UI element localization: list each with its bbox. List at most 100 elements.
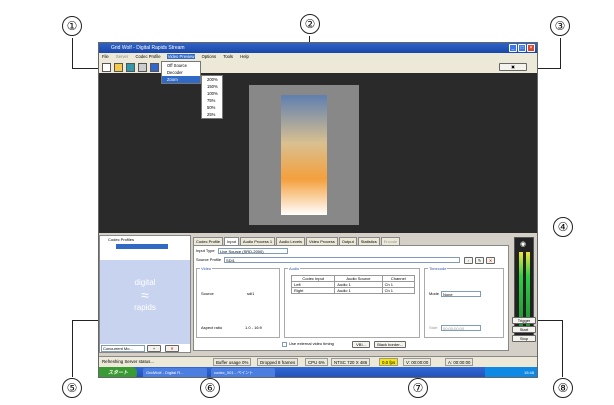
minimize-button[interactable]: _ <box>509 44 517 52</box>
system-tray-clock: 15:48 <box>485 367 537 377</box>
callout-3: ③ <box>550 16 570 36</box>
external-timing-label: Use external video timing <box>289 341 334 346</box>
monitor-icon[interactable] <box>138 63 147 72</box>
input-type-select[interactable]: Live Source (SRD-2000) <box>218 248 288 254</box>
callout-7: ⑦ <box>408 378 428 398</box>
tab-encode[interactable]: Encode <box>380 237 401 245</box>
codec-profile-selected[interactable] <box>116 244 168 249</box>
meter-speaker-icon: ◉ <box>520 241 527 248</box>
tab-output[interactable]: Output <box>338 237 357 245</box>
menu-tools[interactable]: Tools <box>222 54 234 59</box>
menu-options[interactable]: Options <box>201 54 217 59</box>
add-profile-button[interactable]: + <box>147 345 161 352</box>
open-folder-icon[interactable] <box>114 63 123 72</box>
video-preview-area <box>99 73 537 233</box>
taskbar-item-gridwolf[interactable]: GridWolf - Digital R... <box>143 368 207 377</box>
profile-delete-button[interactable]: ✕ <box>486 257 495 264</box>
zoom-200[interactable]: 200% <box>202 76 222 83</box>
audio-cell: Ch 1 <box>381 287 416 294</box>
status-message: Refreshing Server status... <box>102 359 154 364</box>
menu-file[interactable]: File <box>101 54 110 59</box>
source-value: sdi1 <box>247 291 255 296</box>
start-menu-button[interactable]: スタート <box>99 367 137 377</box>
new-icon[interactable] <box>102 63 111 72</box>
menu-video-preview[interactable]: Video Preview <box>166 54 196 59</box>
tab-audio-levels[interactable]: Audio Levels <box>276 237 305 245</box>
mode-select[interactable]: None <box>441 291 481 297</box>
cpu-usage: CPU 6% <box>305 358 328 366</box>
logo-mark-icon: ≈ <box>141 287 149 303</box>
vbi-button[interactable]: VBI... <box>352 341 370 348</box>
menu-codec-profile[interactable]: Codec Profile <box>134 54 161 59</box>
save-icon[interactable] <box>126 63 135 72</box>
bracket-5 <box>72 320 101 377</box>
zoom-100[interactable]: 100% <box>202 90 222 97</box>
external-timing-checkbox[interactable] <box>282 342 287 347</box>
window-title: Grid Wolf - Digital Rapids Stream <box>99 43 537 53</box>
timecode-audio: A: 00:00:00 <box>445 358 474 366</box>
aspect-ratio-label: Aspect ratio <box>201 325 223 330</box>
zoom-25[interactable]: 25% <box>202 111 222 118</box>
menu-item-zoom[interactable]: Zoom <box>162 76 200 83</box>
start-button[interactable]: Start <box>512 326 536 333</box>
logo-text-digital: digital <box>134 278 156 287</box>
start-label: Start <box>429 325 438 330</box>
source-profile-label: Source Profile <box>196 257 222 262</box>
close-button[interactable]: × <box>527 44 535 52</box>
bracket-8 <box>538 320 563 377</box>
audio-cell: Audio 1 <box>334 287 383 294</box>
settings-tabs: Codec Profile Input Audio Process 1 Audio L… <box>193 237 509 245</box>
stop-button[interactable]: Stop <box>512 335 536 342</box>
codec-profiles-header[interactable]: Codec Profiles <box>108 237 134 243</box>
video-group: Video Source sdi1 Aspect ratio 1.0 - 16:… <box>196 266 280 338</box>
logo-text-rapids: rapids <box>134 303 156 312</box>
bracket-1 <box>72 38 101 69</box>
rocket-launch-image <box>281 95 327 215</box>
aspect-ratio-value: 1.0 - 16:9 <box>245 325 262 330</box>
black-border-button[interactable]: Black border... <box>374 341 406 348</box>
profile-new-button[interactable]: ▫ <box>464 257 473 264</box>
fps-readout: 0.0 fps <box>379 358 399 366</box>
menu-help[interactable]: Help <box>239 54 250 59</box>
video-frame <box>249 85 359 225</box>
tab-input[interactable]: Input <box>224 237 239 245</box>
audio-cell: Right <box>290 287 336 294</box>
dropped-frames: Dropped 8 frames <box>257 358 299 366</box>
menu-item-off-source[interactable]: Off Source <box>162 62 200 69</box>
zoom-submenu: 200% 150% 100% 75% 50% 25% <box>201 75 223 119</box>
zoom-150[interactable]: 150% <box>202 83 222 90</box>
profile-edit-button[interactable]: ✎ <box>475 257 484 264</box>
buffer-usage: Buffer usage 0% <box>213 358 252 366</box>
trigger-button[interactable]: Trigger <box>512 317 536 324</box>
tab-statistics[interactable]: Statistics <box>357 237 380 245</box>
callout-8: ⑧ <box>553 378 573 398</box>
zoom-50[interactable]: 50% <box>202 104 222 111</box>
menu-server[interactable]: Server <box>115 54 129 59</box>
capture-icon[interactable] <box>150 63 159 72</box>
video-format: NTSC 720 X 486 <box>331 358 371 366</box>
codec-profiles-panel: Codec Profiles digital ≈ rapids <box>99 235 191 353</box>
mode-label: Mode <box>429 291 440 296</box>
concurrent-mode-dropdown[interactable]: Concurrent Mo... <box>101 345 145 352</box>
taskbar-item-paint[interactable]: codec_001 - ペイント <box>211 368 275 377</box>
table-row[interactable]: Right Audio 1 Ch 1 <box>290 287 416 294</box>
audio-channel-table: Codec Input Audio Source Channel Left Audio… <box>290 275 416 294</box>
preview-mode-button[interactable]: ▣ <box>499 63 527 71</box>
callout-6: ⑥ <box>200 378 220 398</box>
source-profile-select[interactable]: SDI1 <box>224 257 460 263</box>
audio-group-title: Audio <box>288 266 301 271</box>
digital-rapids-logo: digital ≈ rapids <box>100 260 190 344</box>
maximize-button[interactable]: □ <box>518 44 526 52</box>
callout-1: ① <box>62 16 82 36</box>
tab-video-process[interactable]: Video Process <box>305 237 338 245</box>
zoom-75[interactable]: 75% <box>202 97 222 104</box>
tab-audio-process[interactable]: Audio Process 1 <box>239 237 276 245</box>
menu-item-decoder[interactable]: Decoder <box>162 69 200 76</box>
monitor-small-icon: ▣ <box>511 64 515 69</box>
remove-profile-button[interactable]: ✕ <box>165 345 179 352</box>
video-group-title: Video <box>200 266 213 271</box>
start-timecode-field[interactable]: 00:00:00:00 <box>441 325 481 331</box>
callout-2: ② <box>300 14 320 34</box>
tab-codec-profile[interactable]: Codec Profile <box>193 237 224 245</box>
bracket-3 <box>538 38 561 69</box>
